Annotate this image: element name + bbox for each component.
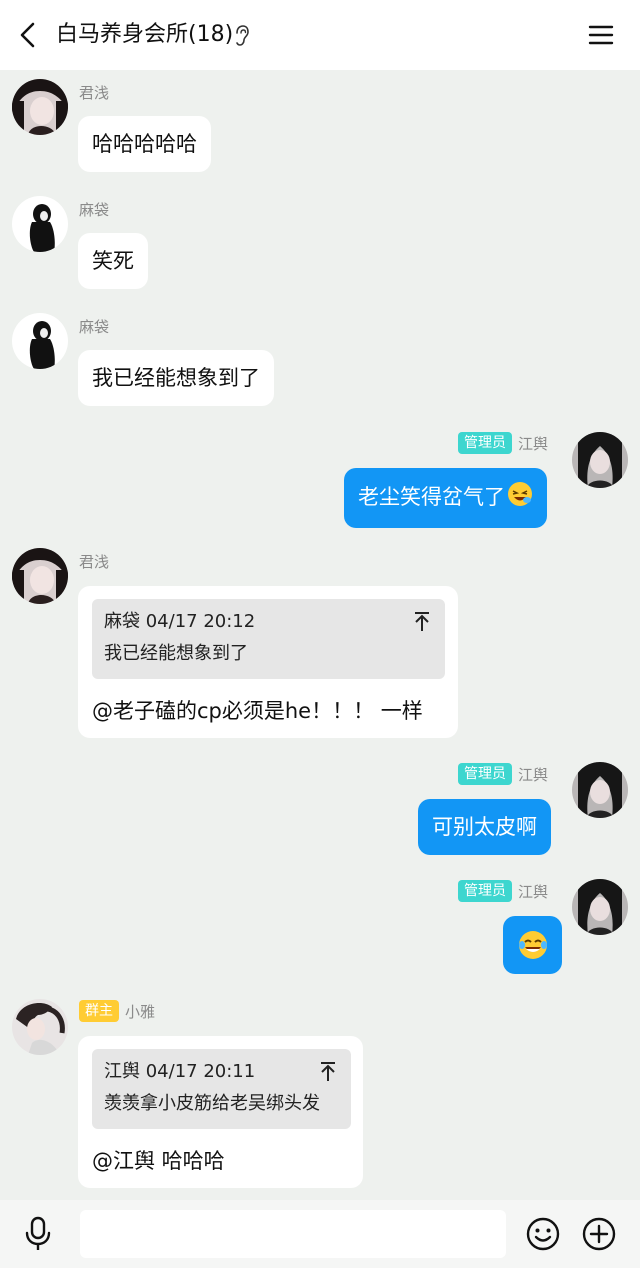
laughing-tears-emoji-icon	[518, 931, 547, 959]
sender-name: 管理员 江舆	[458, 431, 548, 455]
sender-name-text: 江舆	[518, 434, 549, 453]
sender-name-text: 麻袋	[79, 317, 110, 336]
message-bubble-self[interactable]: 老尘笑得岔气了	[344, 468, 547, 528]
reply-text: @老子磕的cp必须是he！！！ 一样	[92, 699, 423, 723]
self-avatar[interactable]	[572, 879, 628, 935]
quoted-message[interactable]: 麻袋 04/17 20:12 我已经能想象到了	[92, 599, 445, 679]
chat-header: 白马养身会所(18)	[0, 0, 640, 70]
sender-name: 君浅	[79, 80, 109, 104]
menu-icon[interactable]	[586, 20, 616, 50]
admin-badge: 管理员	[458, 880, 512, 902]
message-bubble[interactable]: 笑死	[78, 233, 148, 289]
message-bubble-self[interactable]	[503, 916, 562, 974]
message-bubble[interactable]: 我已经能想象到了	[78, 350, 274, 406]
avatar[interactable]	[12, 79, 68, 135]
admin-badge: 管理员	[458, 432, 512, 454]
plus-icon[interactable]	[581, 1216, 617, 1252]
laughing-emoji-icon	[507, 481, 533, 515]
sender-name-text: 江舆	[518, 882, 549, 901]
avatar[interactable]	[12, 548, 68, 604]
quote-text: 我已经能想象到了	[104, 643, 248, 664]
sender-name-text: 小雅	[125, 1002, 156, 1021]
sender-name: 管理员 江舆	[458, 762, 548, 786]
owner-badge: 群主	[79, 1000, 119, 1022]
reply-text: @江舆 哈哈哈	[92, 1149, 225, 1173]
self-avatar[interactable]	[572, 432, 628, 488]
sender-name-text: 麻袋	[79, 200, 110, 219]
sender-name: 管理员 江舆	[458, 879, 548, 903]
group-title[interactable]: 白马养身会所(18)	[56, 20, 233, 50]
sender-name-text: 君浅	[79, 83, 110, 102]
message-input[interactable]	[80, 1210, 506, 1258]
message-bubble[interactable]: 哈哈哈哈哈	[78, 116, 211, 172]
sender-name: 麻袋	[79, 197, 109, 221]
avatar[interactable]	[12, 313, 68, 369]
quoted-message[interactable]: 江舆 04/17 20:11 羡羡拿小皮筋给老吴绑头发	[92, 1049, 351, 1129]
sender-name-text: 江舆	[518, 765, 549, 784]
back-arrow-icon[interactable]	[14, 20, 42, 50]
avatar[interactable]	[12, 196, 68, 252]
sender-name: 君浅	[79, 549, 109, 573]
admin-badge: 管理员	[458, 763, 512, 785]
quote-text: 羡羡拿小皮筋给老吴绑头发	[104, 1093, 320, 1114]
sender-name: 麻袋	[79, 314, 109, 338]
pin-top-icon[interactable]	[413, 611, 431, 633]
emoji-icon[interactable]	[525, 1216, 561, 1252]
pin-top-icon[interactable]	[319, 1061, 337, 1083]
quote-meta: 江舆 04/17 20:11	[104, 1061, 256, 1082]
message-bubble-self[interactable]: 可别太皮啊	[418, 799, 551, 855]
message-text: 老尘笑得岔气了	[358, 485, 505, 509]
mic-icon[interactable]	[22, 1216, 54, 1252]
input-bar	[0, 1200, 640, 1268]
sender-name-text: 君浅	[79, 552, 110, 571]
avatar[interactable]	[12, 999, 68, 1055]
ear-icon[interactable]	[234, 24, 250, 48]
quote-meta: 麻袋 04/17 20:12	[104, 611, 256, 632]
sender-name: 群主 小雅	[79, 999, 155, 1023]
self-avatar[interactable]	[572, 762, 628, 818]
